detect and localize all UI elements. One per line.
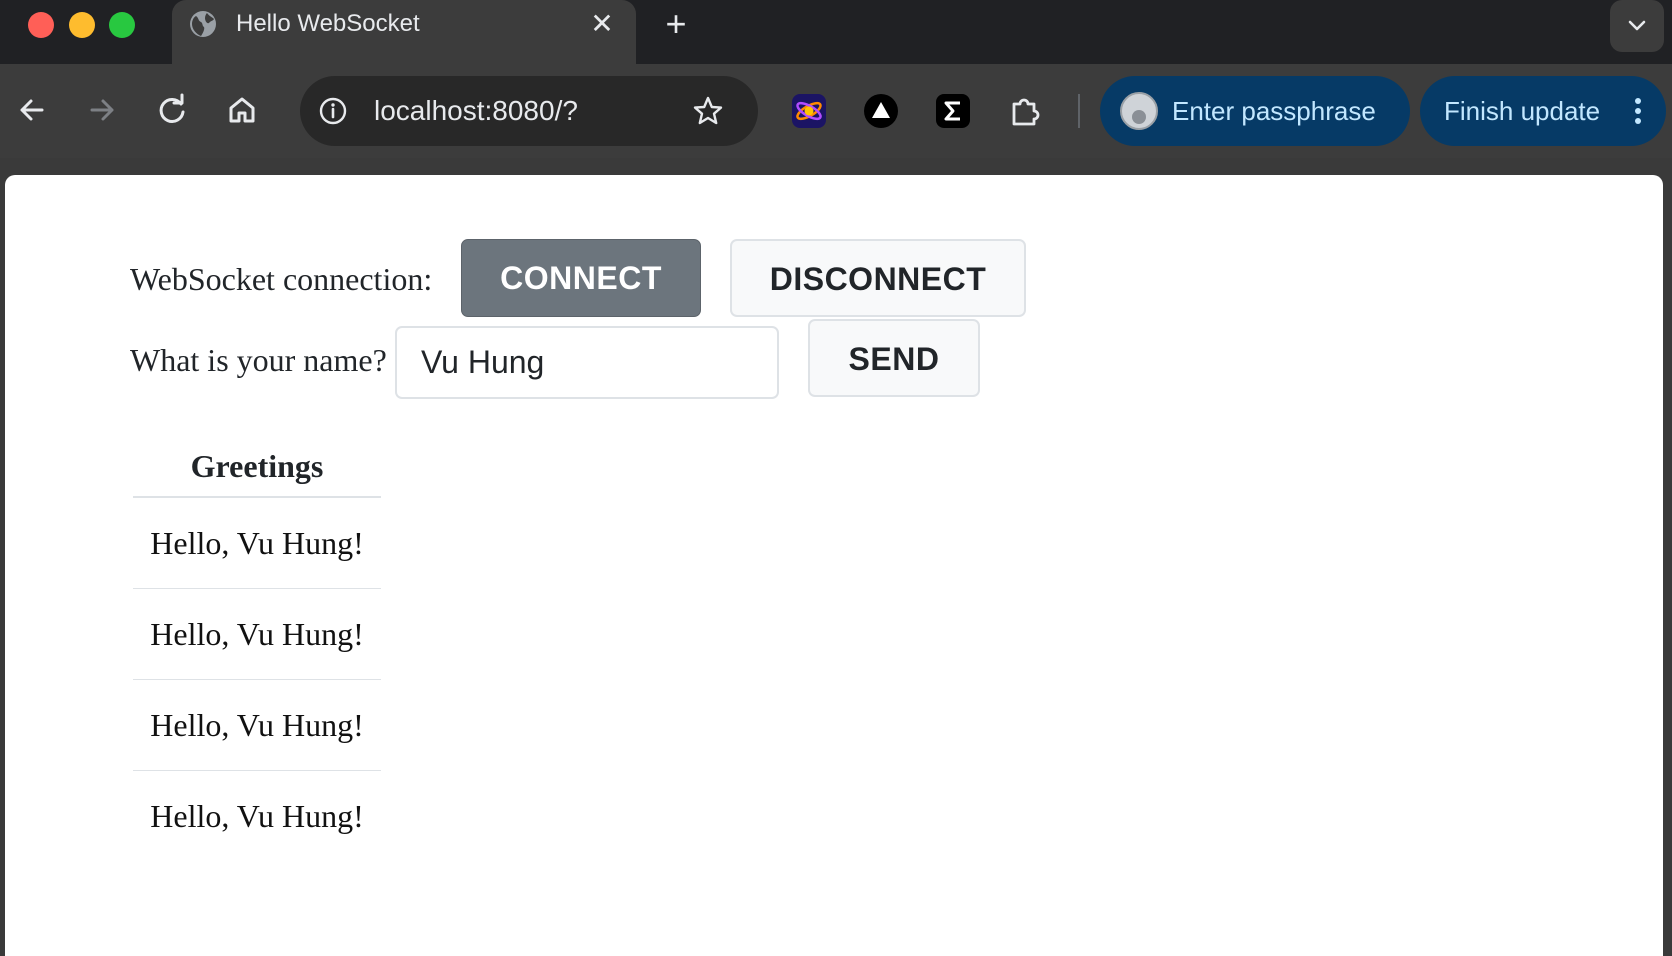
minimize-window-button[interactable] [69, 12, 95, 38]
greeting-row: Hello, Vu Hung! [133, 680, 381, 771]
greetings-header: Greetings [133, 436, 381, 498]
orbit-extension-icon[interactable] [790, 92, 828, 130]
name-label: What is your name? [130, 342, 387, 378]
name-input[interactable] [395, 326, 779, 399]
forward-button[interactable] [82, 90, 122, 130]
url-text[interactable]: localhost:8080/? [374, 95, 578, 127]
greeting-row: Hello, Vu Hung! [133, 498, 381, 589]
browser-tab[interactable]: Hello WebSocket ✕ [172, 0, 636, 64]
send-button[interactable]: SEND [808, 319, 980, 397]
toolbar-divider [1078, 94, 1080, 128]
new-tab-button[interactable]: + [658, 6, 694, 42]
disconnect-button[interactable]: DISCONNECT [730, 239, 1026, 317]
sigma-extension-icon[interactable] [934, 92, 972, 130]
greetings-table: Greetings Hello, Vu Hung! Hello, Vu Hung… [133, 436, 381, 862]
address-bar[interactable]: localhost:8080/? [300, 76, 758, 146]
triangle-extension-icon[interactable] [862, 92, 900, 130]
site-info-icon[interactable] [318, 96, 348, 126]
enter-passphrase-button[interactable]: Enter passphrase [1100, 76, 1410, 146]
puzzle-extensions-icon[interactable] [1006, 92, 1044, 130]
arrow-left-icon [20, 99, 44, 121]
globe-icon [190, 11, 216, 37]
tab-search-button[interactable] [1610, 0, 1664, 52]
connect-button[interactable]: CONNECT [461, 239, 701, 317]
chevron-down-icon [1628, 20, 1646, 31]
home-icon [229, 97, 255, 123]
reload-button[interactable] [152, 90, 192, 130]
close-window-button[interactable] [28, 12, 54, 38]
greeting-row: Hello, Vu Hung! [133, 589, 381, 680]
more-menu-icon[interactable] [1628, 96, 1648, 126]
finish-update-label: Finish update [1444, 96, 1601, 126]
finish-update-button[interactable]: Finish update [1420, 76, 1666, 146]
enter-passphrase-label: Enter passphrase [1172, 96, 1376, 126]
tab-strip: Hello WebSocket ✕ + [0, 0, 1672, 64]
back-button[interactable] [12, 90, 52, 130]
home-button[interactable] [222, 90, 262, 130]
tab-title: Hello WebSocket [236, 10, 420, 37]
greeting-row: Hello, Vu Hung! [150, 798, 364, 834]
profile-avatar-icon [1120, 92, 1158, 130]
connection-label: WebSocket connection: [130, 261, 433, 297]
page-content: WebSocket connection: CONNECT DISCONNECT… [5, 175, 1663, 956]
arrow-right-icon [90, 99, 114, 121]
bookmark-star-icon[interactable] [692, 95, 724, 127]
reload-icon [159, 93, 185, 123]
close-tab-icon[interactable]: ✕ [586, 8, 618, 40]
maximize-window-button[interactable] [109, 12, 135, 38]
browser-toolbar: localhost:8080/? Enter passphrase Finish… [0, 64, 1672, 158]
